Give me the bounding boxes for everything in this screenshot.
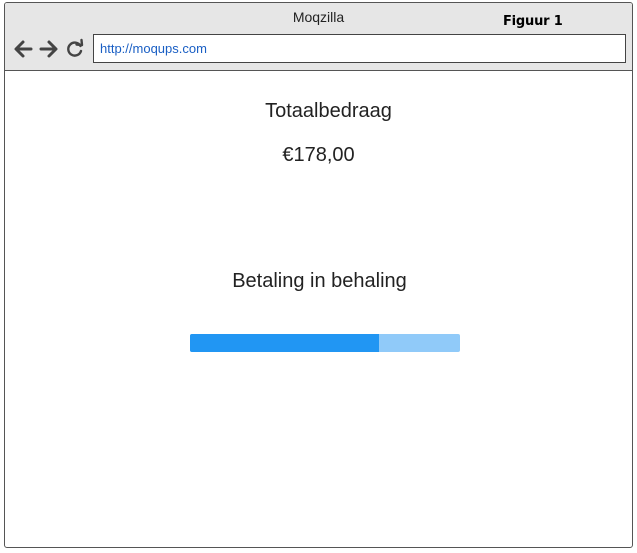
payment-progress-fill <box>190 334 379 352</box>
figure-label: Figuur 1 <box>503 14 563 29</box>
browser-toolbar: Moqzilla Figuur 1 <box>5 3 632 71</box>
arrow-left-icon <box>14 40 33 58</box>
reload-icon <box>67 38 84 57</box>
arrow-right-icon <box>39 40 58 58</box>
reload-button[interactable] <box>65 38 85 60</box>
total-label: Totaalbedraag <box>265 100 392 122</box>
back-button[interactable] <box>12 38 34 60</box>
page-content: Totaalbedraag €178,00 Betaling in behali… <box>5 71 632 547</box>
address-bar[interactable] <box>93 34 626 63</box>
browser-window: Moqzilla Figuur 1 Totaalbedraag €178,00 … <box>4 2 633 548</box>
payment-progress-bar <box>190 334 460 352</box>
forward-button[interactable] <box>38 38 60 60</box>
payment-status-text: Betaling in behaling <box>232 270 407 292</box>
total-amount: €178,00 <box>282 144 355 166</box>
